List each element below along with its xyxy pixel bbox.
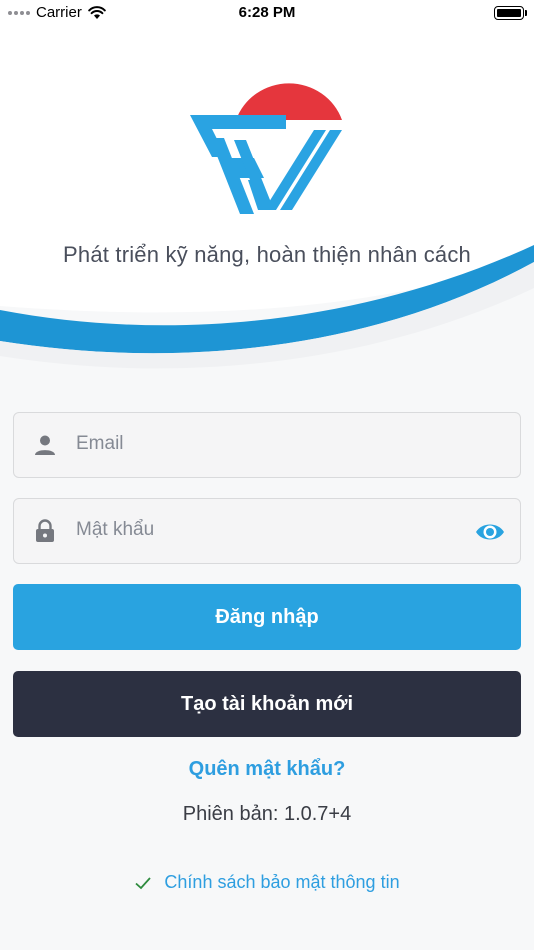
status-bar: Carrier 6:28 PM: [0, 0, 534, 26]
battery-icon: [494, 6, 527, 20]
eye-icon[interactable]: [474, 517, 506, 547]
slogan: Phát triển kỹ năng, hoàn thiện nhân cách: [63, 242, 471, 267]
password-placeholder: Mật khẩu: [76, 519, 155, 540]
forgot-password-link[interactable]: Quên mật khẩu?: [0, 758, 534, 781]
email-field[interactable]: Email: [13, 412, 521, 478]
check-icon: [135, 876, 152, 889]
email-placeholder: Email: [76, 433, 124, 454]
lock-icon: [36, 519, 54, 542]
clock: 6:28 PM: [238, 4, 296, 21]
person-icon: [35, 435, 55, 455]
create-account-button[interactable]: Tạo tài khoản mới: [13, 671, 521, 737]
privacy-policy-label: Chính sách bảo mật thông tin: [164, 872, 400, 892]
version-label: Phiên bản: 1.0.7+4: [182, 803, 352, 825]
app-logo: [190, 83, 352, 214]
password-field[interactable]: Mật khẩu: [13, 498, 521, 564]
privacy-policy-link[interactable]: Chính sách bảo mật thông tin: [0, 872, 534, 893]
login-button[interactable]: Đăng nhập: [13, 584, 521, 650]
